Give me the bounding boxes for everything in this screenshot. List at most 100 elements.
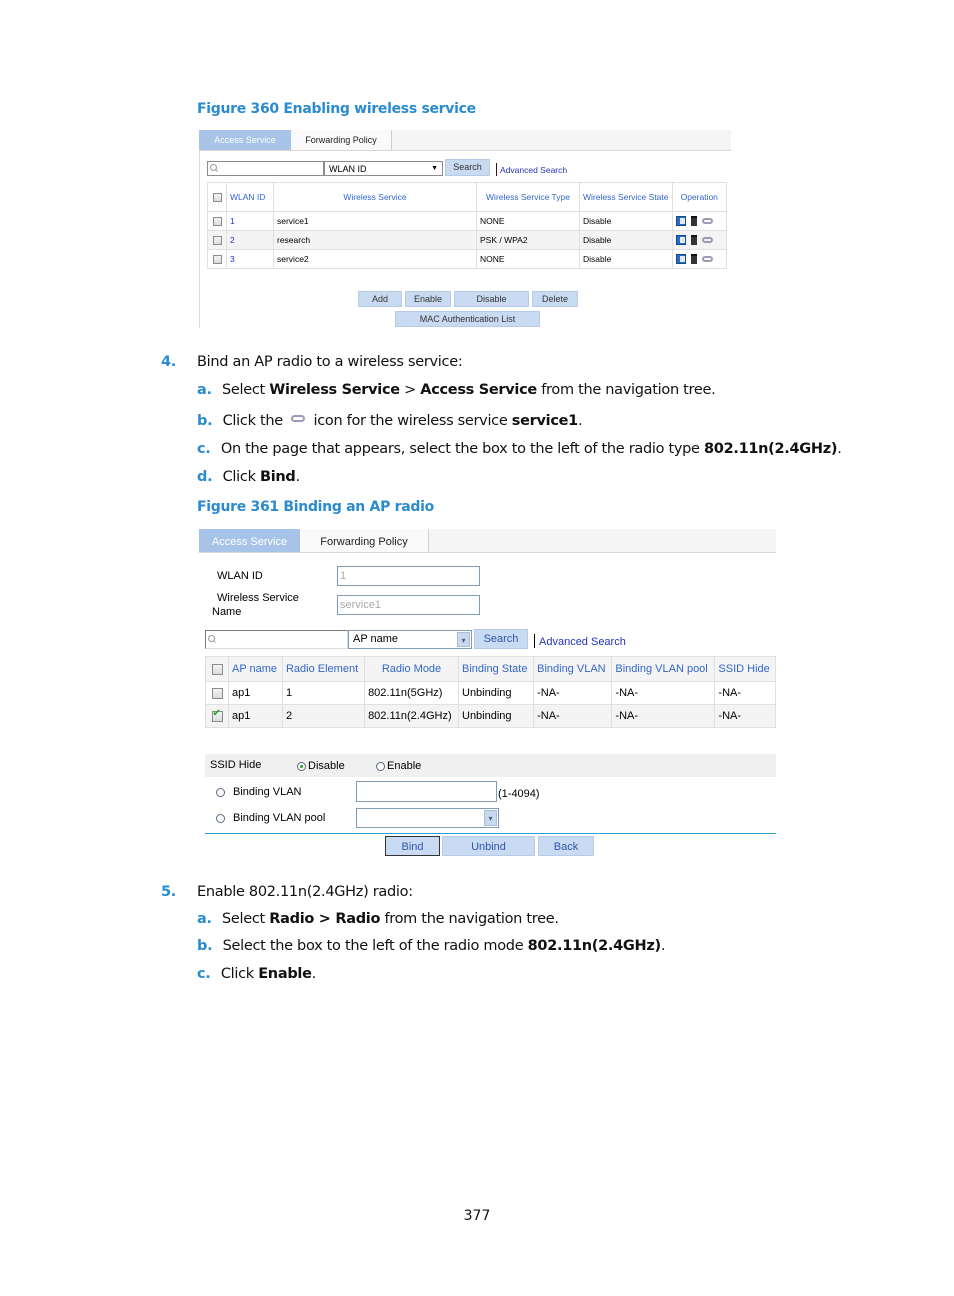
tab-forwarding-policy[interactable]: Forwarding Policy [291, 130, 392, 150]
search-icon [208, 635, 215, 642]
row-checkbox[interactable] [212, 255, 222, 265]
disable-button[interactable]: Disable [454, 291, 529, 307]
binding-vlan-pool-radio[interactable] [216, 813, 225, 823]
col-binding-vlan[interactable]: Binding VLAN [533, 656, 613, 682]
step-4a: a. Select Wireless Service > Access Serv… [197, 382, 716, 398]
binding-vlan-pool: -NA- [611, 704, 716, 728]
step-5a: a. Select Radio > Radio from the navigat… [197, 911, 559, 927]
enable-button[interactable]: Enable [405, 291, 451, 307]
service-state: Disable [579, 249, 673, 269]
row-checkbox[interactable] [211, 687, 223, 699]
bind-link-icon[interactable] [701, 237, 713, 244]
bind-link-icon[interactable] [701, 218, 713, 225]
service-name-field[interactable]: service1 [337, 595, 480, 615]
row-checkbox[interactable] [212, 217, 222, 227]
step-4: 4. [161, 354, 176, 370]
search-input[interactable] [207, 161, 324, 176]
divider [534, 634, 535, 648]
mac-authentication-list-button[interactable]: MAC Authentication List [395, 311, 540, 327]
col-operation: Operation [671, 182, 727, 212]
ssid-hide: -NA- [714, 681, 776, 705]
col-wlan-id[interactable]: WLAN ID [226, 182, 274, 212]
wlan-id-link[interactable]: 1 [230, 216, 235, 226]
ssid-hide-enable-radio[interactable] [376, 761, 385, 771]
wlan-table: WLAN ID Wireless Service Wireless Servic… [207, 182, 727, 269]
binding-vlan-radio[interactable] [216, 787, 225, 797]
col-radio-element[interactable]: Radio Element [281, 656, 366, 682]
delete-icon[interactable] [690, 216, 697, 227]
step-5: 5. [161, 884, 176, 900]
binding-vlan-range-hint: (1-4094) [498, 788, 540, 800]
ssid-hide-row: SSID Hide Disable Enable [205, 754, 776, 777]
step-5-text: Enable 802.11n(2.4GHz) radio: [197, 884, 413, 900]
add-button[interactable]: Add [358, 291, 402, 307]
tab-access-service[interactable]: Access Service [199, 529, 300, 552]
wlan-id-link[interactable]: 2 [230, 235, 235, 245]
ssid-hide-disable-radio[interactable] [297, 761, 306, 771]
table-row: 2 research PSK / WPA2 Disable [207, 230, 727, 250]
radio-mode: 802.11n(2.4GHz) [364, 704, 459, 728]
table-row: ap1 1 802.11n(5GHz) Unbinding -NA- -NA- … [205, 681, 776, 705]
delete-button[interactable]: Delete [532, 291, 578, 307]
service-type: PSK / WPA2 [476, 230, 580, 250]
tab-access-service[interactable]: Access Service [199, 130, 291, 150]
step-5c: c. Click Enable. [197, 966, 316, 982]
chevron-down-icon: ▾ [457, 632, 470, 647]
select-all-checkbox[interactable] [211, 663, 223, 675]
col-ap-name[interactable]: AP name [228, 656, 283, 682]
delete-icon[interactable] [690, 235, 697, 246]
advanced-search-link[interactable]: Advanced Search [500, 165, 567, 175]
edit-icon[interactable] [675, 235, 686, 246]
service-name: research [273, 230, 477, 250]
wlan-id-field[interactable]: 1 [337, 566, 480, 586]
search-icon [210, 164, 217, 171]
search-button[interactable]: Search [445, 159, 490, 176]
binding-vlan: -NA- [533, 681, 613, 705]
table-row: 3 service2 NONE Disable [207, 249, 727, 269]
search-input[interactable] [205, 630, 348, 649]
search-field-select[interactable]: AP name ▾ [348, 630, 472, 649]
service-state: Disable [579, 230, 673, 250]
tab-forwarding-policy[interactable]: Forwarding Policy [300, 529, 429, 552]
service-state: Disable [579, 211, 673, 231]
edit-icon[interactable] [675, 254, 686, 265]
divider [496, 163, 497, 176]
service-name-label: Wireless Service [217, 592, 299, 604]
back-button[interactable]: Back [538, 836, 594, 856]
radio-element: 1 [281, 681, 366, 705]
col-wireless-service[interactable]: Wireless Service [273, 182, 477, 212]
advanced-search-link[interactable]: Advanced Search [539, 636, 626, 648]
ssid-hide-disable-option[interactable]: Disable [297, 760, 345, 772]
unbind-button[interactable]: Unbind [442, 836, 535, 856]
binding-vlan-pool-select[interactable]: ▾ [356, 808, 499, 828]
row-checkbox[interactable] [211, 708, 223, 722]
col-binding-state[interactable]: Binding State [457, 656, 535, 682]
bind-button[interactable]: Bind [385, 836, 440, 856]
step-4-text: Bind an AP radio to a wireless service: [197, 354, 463, 370]
col-service-type[interactable]: Wireless Service Type [476, 182, 580, 212]
search-button[interactable]: Search [474, 629, 528, 649]
col-ssid-hide[interactable]: SSID Hide [714, 656, 776, 682]
service-name-label-line2: Name [212, 606, 242, 618]
wlan-id-link[interactable]: 3 [230, 254, 235, 264]
delete-icon[interactable] [690, 254, 697, 265]
col-service-state[interactable]: Wireless Service State [579, 182, 673, 212]
frame-border [199, 150, 200, 328]
divider [205, 833, 776, 834]
ssid-hide-enable-option[interactable]: Enable [376, 760, 421, 772]
binding-vlan-option[interactable]: Binding VLAN [216, 786, 302, 798]
figure-360-screenshot: Access Service Forwarding Policy WLAN ID… [199, 130, 731, 328]
binding-vlan-input[interactable] [356, 781, 497, 802]
wlan-id-label: WLAN ID [217, 570, 263, 582]
col-radio-mode[interactable]: Radio Mode [364, 656, 459, 682]
step-4c: c. On the page that appears, select the … [197, 441, 842, 457]
select-all-checkbox[interactable] [212, 193, 222, 203]
ssid-hide-label: SSID Hide [210, 759, 262, 771]
row-checkbox[interactable] [212, 236, 222, 246]
search-field-select[interactable]: WLAN ID ▼ [324, 161, 443, 176]
col-binding-vlan-pool[interactable]: Binding VLAN pool [611, 656, 716, 682]
bind-link-icon[interactable] [701, 256, 713, 263]
binding-vlan-pool-option[interactable]: Binding VLAN pool [216, 812, 325, 824]
figure-361-screenshot: Access Service Forwarding Policy WLAN ID… [199, 529, 776, 859]
edit-icon[interactable] [675, 216, 686, 227]
